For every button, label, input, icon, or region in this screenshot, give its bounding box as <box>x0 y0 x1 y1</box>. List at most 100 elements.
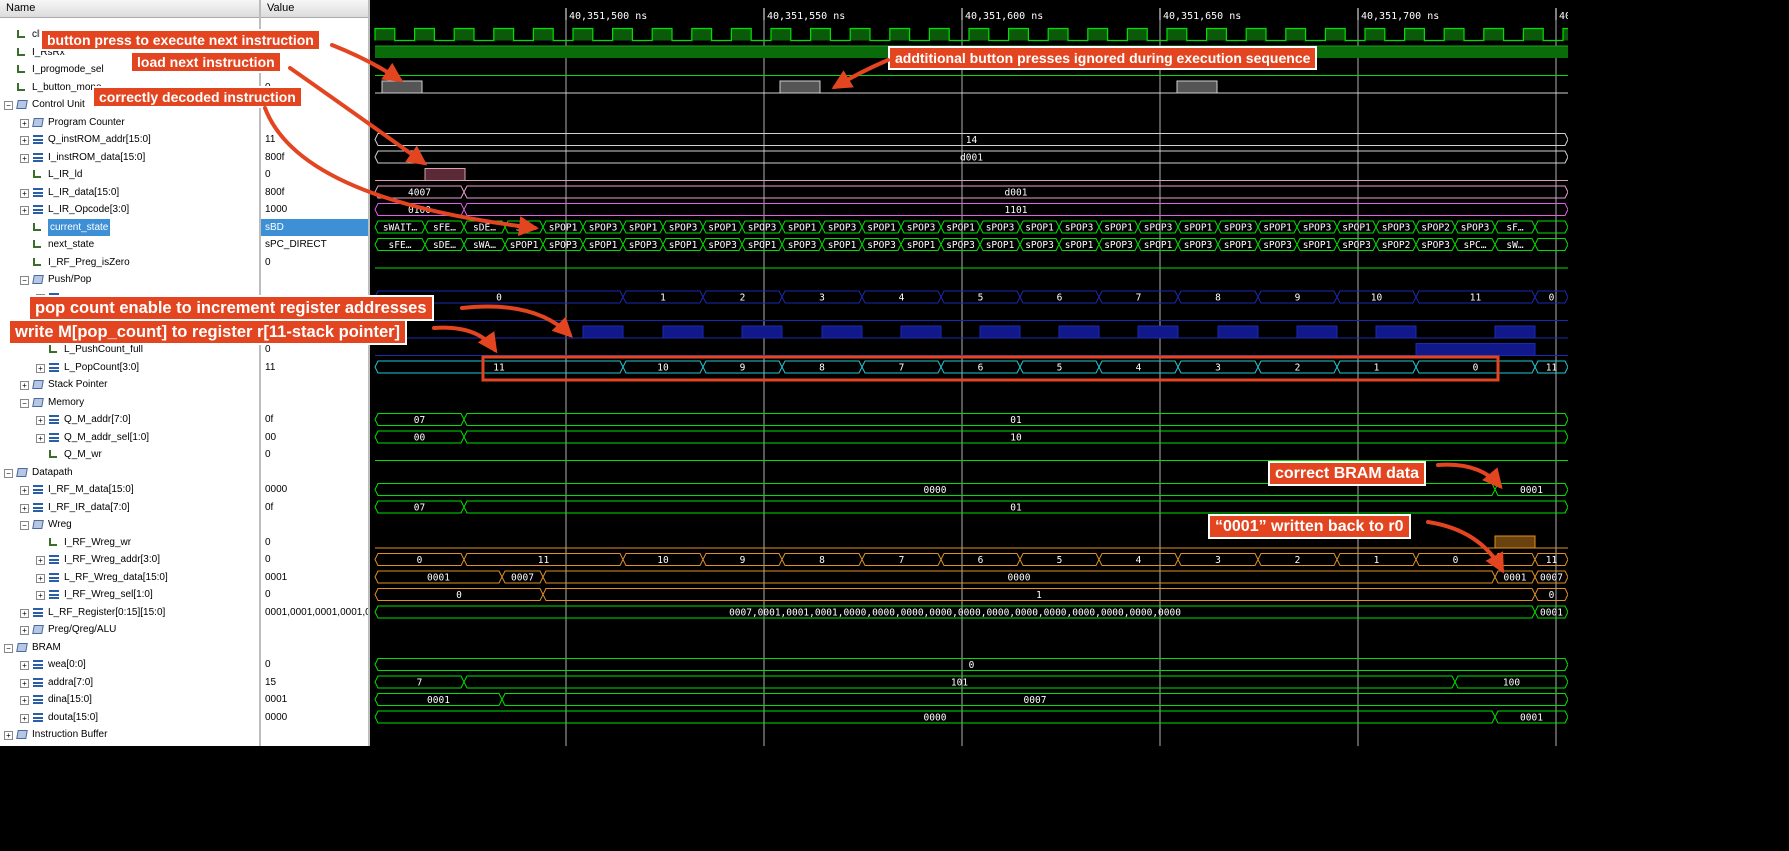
signal-row-l-ir-ld[interactable]: L_IR_ld <box>0 166 259 183</box>
signal-name: current_state <box>48 218 111 236</box>
signal-row-wreg[interactable]: − Wreg <box>0 516 259 533</box>
expand-toggle-icon[interactable]: + <box>36 591 45 600</box>
waveform-next-state[interactable]: sFE… sDE… sWA… sPOP1 sPOP3 sPOP1 sPOP3 sPOP1 sPO… <box>374 238 1568 252</box>
collapse-toggle-icon[interactable]: − <box>20 521 29 530</box>
waveform-row-17[interactable] <box>375 325 1568 339</box>
collapse-toggle-icon[interactable]: − <box>20 398 29 408</box>
collapse-toggle-icon[interactable]: − <box>4 101 13 110</box>
waveform-current-state[interactable]: sWAIT… sFE… sDE… sW… sPOP1 sPOP3 sPOP1 sPOP3 sPO… <box>374 220 1568 234</box>
svg-text:sPOP1: sPOP1 <box>1025 223 1054 234</box>
expand-toggle-icon[interactable]: + <box>20 503 29 513</box>
waveform-q-m-addr-sel-1-0[interactable]: 00 10 <box>374 430 1568 444</box>
waveform-i-rf-ir-data-7-0[interactable]: 07 01 <box>374 500 1568 514</box>
signal-row-preg-qreg-alu[interactable]: + Preg/Qreg/ALU <box>0 621 259 638</box>
signal-name: Preg/Qreg/ALU <box>48 624 117 635</box>
waveform-canvas[interactable]: 40,351,500 ns 40,351,550 ns 40,351,600 ns 4… <box>370 0 1568 746</box>
signal-row-memory[interactable]: − Memory <box>0 394 259 411</box>
waveform-l-popcount-3-0[interactable]: 11 10 9 8 7 6 5 4 3 2 1 0 11 <box>374 360 1568 374</box>
waveform-i-rf-wreg-addr-3-0[interactable]: 0 11 10 9 8 7 6 5 4 3 2 1 0 11 <box>374 553 1568 567</box>
svg-text:sPOP3: sPOP3 <box>986 223 1015 234</box>
svg-text:5: 5 <box>1057 555 1063 566</box>
waveform-l-pushcount-full[interactable] <box>375 343 1568 356</box>
signal-row-l-ir-data-15-0[interactable]: + L_IR_data[15:0] <box>0 184 259 201</box>
expand-toggle-icon[interactable]: + <box>20 136 29 145</box>
signal-row-dina-15-0[interactable]: + dina[15:0] <box>0 691 259 708</box>
waveform-l-rf-wreg-data-15-0[interactable]: 0001 0007 0000 0001 0007 <box>374 570 1568 584</box>
expand-toggle-icon[interactable]: + <box>36 433 45 443</box>
name-column-header[interactable]: Name <box>0 0 259 18</box>
signal-row-douta-15-0[interactable]: + douta[15:0] <box>0 709 259 726</box>
signal-row-addra-7-0[interactable]: + addra[7:0] <box>0 674 259 691</box>
waveform-wea-0-0[interactable]: 0 <box>374 658 1568 672</box>
waveform-l-button-mono[interactable] <box>375 80 1568 94</box>
signal-value: 0001,0001,0001,0001,0 <box>265 606 368 618</box>
expand-toggle-icon[interactable]: + <box>36 363 45 373</box>
signal-row-i-rf-wreg-sel-1-0[interactable]: + I_RF_Wreg_sel[1:0] <box>0 586 259 603</box>
signal-row-datapath[interactable]: − Datapath <box>0 464 259 481</box>
signal-row-push-pop[interactable]: − Push/Pop <box>0 271 259 288</box>
signal-value: 800f <box>265 186 285 198</box>
expand-toggle-icon[interactable]: + <box>20 608 29 618</box>
signal-row-next-state[interactable]: next_state <box>0 236 259 253</box>
waveform-l-ir-opcode-3-0[interactable]: 0100 1101 <box>374 203 1568 217</box>
signal-icon <box>17 47 25 56</box>
signal-row-bram[interactable]: − BRAM <box>0 639 259 656</box>
signal-row-q-m-wr[interactable]: Q_M_wr <box>0 446 259 463</box>
signal-row-q-m-addr-7-0[interactable]: + Q_M_addr[7:0] <box>0 411 259 428</box>
waveform-l-rf-register-0-15-15-0[interactable]: 0007,0001,0001,0001,0000,0000,0000,0000,… <box>374 605 1568 619</box>
collapse-toggle-icon[interactable]: − <box>20 276 29 285</box>
waveform-q-instrom-addr-15-0[interactable]: 14 <box>374 133 1568 147</box>
waveform-q-m-addr-7-0[interactable]: 07 01 <box>374 413 1568 427</box>
expand-toggle-icon[interactable]: + <box>20 206 29 215</box>
signal-row-i-rf-wreg-addr-3-0[interactable]: + I_RF_Wreg_addr[3:0] <box>0 551 259 568</box>
waveform-row-15[interactable]: 0 1 2 3 4 5 6 7 8 9 10 11 0 <box>374 290 1568 304</box>
signal-row-i-rf-preg-iszero[interactable]: I_RF_Preg_isZero <box>0 254 259 271</box>
signal-row-current-state[interactable]: current_state <box>0 218 259 236</box>
signal-row-q-m-addr-sel-1-0[interactable]: + Q_M_addr_sel[1:0] <box>0 429 259 446</box>
signal-row-stack-pointer[interactable]: + Stack Pointer <box>0 376 259 393</box>
expand-toggle-icon[interactable]: + <box>36 556 45 565</box>
expand-toggle-icon[interactable]: + <box>20 381 29 390</box>
waveform-l-ir-ld[interactable] <box>375 168 1568 181</box>
signal-row-l-ir-opcode-3-0[interactable]: + L_IR_Opcode[3:0] <box>0 201 259 218</box>
signal-row-i-rf-wreg-wr[interactable]: I_RF_Wreg_wr <box>0 534 259 551</box>
signal-row-l-rf-wreg-data-15-0[interactable]: + L_RF_Wreg_data[15:0] <box>0 569 259 586</box>
collapse-toggle-icon[interactable]: − <box>4 468 13 478</box>
value-column-header[interactable]: Value <box>261 0 368 18</box>
expand-toggle-icon[interactable]: + <box>20 188 29 198</box>
expand-toggle-icon[interactable]: + <box>20 713 29 723</box>
waveform-i-rf-wreg-sel-1-0[interactable]: 0 1 0 <box>374 588 1568 602</box>
expand-toggle-icon[interactable]: + <box>20 678 29 688</box>
expand-toggle-icon[interactable]: + <box>20 153 29 163</box>
waveform-addra-7-0[interactable]: 7 101 100 <box>374 675 1568 689</box>
expand-toggle-icon[interactable]: + <box>36 416 45 425</box>
signal-row-i-instrom-data-15-0[interactable]: + I_instROM_data[15:0] <box>0 149 259 166</box>
signal-row-i-rf-m-data-15-0[interactable]: + I_RF_M_data[15:0] <box>0 481 259 498</box>
signal-row-instruction-buffer[interactable]: + Instruction Buffer <box>0 726 259 743</box>
waveform-douta-15-0[interactable]: 0000 0001 <box>374 710 1568 724</box>
waveform-clk[interactable] <box>374 27 1568 42</box>
signal-row-program-counter[interactable]: + Program Counter <box>0 114 259 131</box>
expand-toggle-icon[interactable]: + <box>20 486 29 495</box>
signal-name: BRAM <box>32 641 61 653</box>
callout-write-register: write M[pop_count] to register r[11-stac… <box>8 319 408 345</box>
collapse-toggle-icon[interactable]: − <box>4 643 13 653</box>
signal-row-l-rf-register-0-15-15-0[interactable]: + L_RF_Register[0:15][15:0] <box>0 604 259 621</box>
expand-toggle-icon[interactable]: + <box>20 661 29 670</box>
expand-toggle-icon[interactable]: + <box>4 731 13 740</box>
expand-toggle-icon[interactable]: + <box>36 573 45 583</box>
time-label: 40 <box>1559 11 1568 22</box>
svg-text:sDE…: sDE… <box>473 223 496 234</box>
waveform-dina-15-0[interactable]: 0001 0007 <box>374 693 1568 707</box>
waveform-i-instrom-data-15-0[interactable]: d001 <box>374 150 1568 164</box>
signal-row-l-popcount-3-0[interactable]: + L_PopCount[3:0] <box>0 359 259 376</box>
expand-toggle-icon[interactable]: + <box>20 626 29 635</box>
expand-toggle-icon[interactable]: + <box>20 118 29 128</box>
svg-text:sWAIT…: sWAIT… <box>383 223 418 234</box>
signal-row-q-instrom-addr-15-0[interactable]: + Q_instROM_addr[15:0] <box>0 131 259 148</box>
signal-row-i-rf-ir-data-7-0[interactable]: + I_RF_IR_data[7:0] <box>0 499 259 516</box>
waveform-l-ir-data-15-0[interactable]: 4007 d001 <box>374 185 1568 199</box>
expand-toggle-icon[interactable]: + <box>20 696 29 705</box>
svg-text:sPOP1: sPOP1 <box>907 240 936 251</box>
signal-row-wea-0-0[interactable]: + wea[0:0] <box>0 656 259 673</box>
